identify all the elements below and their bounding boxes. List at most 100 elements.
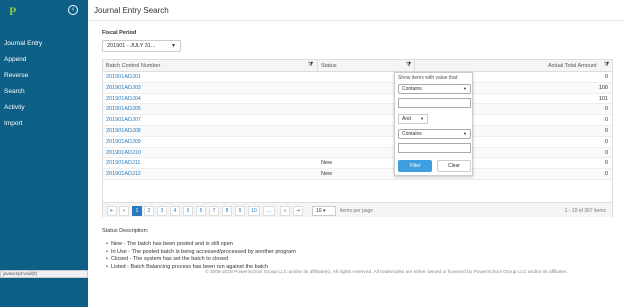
last-page-button[interactable]: ⇥ [293, 206, 303, 216]
filter-icon[interactable]: ⧩ [604, 62, 609, 68]
sidebar-item-search[interactable]: Search [0, 86, 88, 102]
column-header-batch[interactable]: Batch Control Number [106, 60, 160, 72]
caret-down-icon: ▼ [463, 86, 467, 91]
pager: ⇤ « 1 2 3 4 5 6 7 8 9 10 ... » ⇥ 10 ▾ it… [103, 202, 612, 217]
status-description-title: Status Description: [102, 228, 149, 234]
table-row: 201901ADJ12 New 0 [103, 169, 612, 180]
caret-down-icon: ▼ [420, 116, 424, 121]
sidebar-item-journal-entry[interactable]: Journal Entry [0, 38, 88, 54]
fiscal-period-select[interactable]: 201901 - JULY 31... ▼ [102, 40, 181, 52]
fiscal-period-value: 201901 - JULY 31... [107, 43, 156, 49]
page-button-4[interactable]: 4 [170, 206, 180, 216]
batch-link[interactable]: 201901ADJ09 [106, 137, 141, 147]
table-row: 201901ADJ08 0 [103, 125, 612, 137]
sidebar-item-append[interactable]: Append [0, 54, 88, 70]
caret-down-icon: ▼ [463, 131, 467, 136]
total-cell: 100 [598, 84, 608, 91]
table-row: 201901ADJ05 0 [103, 104, 612, 116]
filter-value-2-input[interactable] [398, 143, 471, 153]
batch-link[interactable]: 201901ADJ10 [106, 148, 141, 158]
page-button-9[interactable]: 9 [235, 206, 245, 216]
filter-logic-value: And [402, 116, 411, 122]
table-row: 201901ADJ03 100 [103, 82, 612, 94]
list-item: In Use - The posted batch is being acces… [106, 249, 296, 257]
grid-rows: 201901ADJ01 0 201901ADJ03 100 201901ADJ0… [103, 72, 612, 180]
total-cell: 101 [598, 95, 608, 102]
main-content: Journal Entry Search Fiscal Period 20190… [88, 0, 624, 307]
journal-entry-grid: Batch Control Number ⧩ Status ⧩ Actual T… [102, 59, 613, 217]
table-row: 201901ADJ07 0 [103, 115, 612, 126]
page-button-6[interactable]: 6 [196, 206, 206, 216]
items-per-page-select[interactable]: 10 ▾ [312, 206, 336, 216]
fiscal-period-label: Fiscal Period [102, 30, 137, 36]
total-cell: 0 [604, 106, 608, 113]
column-divider [414, 60, 415, 72]
table-row: 201901ADJ09 0 [103, 137, 612, 148]
total-cell: 0 [604, 171, 608, 178]
prev-page-button[interactable]: « [119, 206, 129, 216]
sidebar-item-activity[interactable]: Activity [0, 102, 88, 118]
next-page-button[interactable]: » [280, 206, 290, 216]
status-filter-popup: Show items with value that: Contains ▼ A… [394, 72, 473, 176]
sidebar-nav: Journal Entry Append Reverse Search Acti… [0, 38, 88, 134]
column-header-status[interactable]: Status [321, 60, 337, 72]
table-row: 201901ADJ11 New 0 [103, 158, 612, 170]
status-description-list: New - The batch has been posted and is s… [106, 241, 296, 271]
filter-logic-select[interactable]: And ▼ [398, 114, 428, 124]
page-button-3[interactable]: 3 [157, 206, 167, 216]
status-cell: New [321, 171, 333, 178]
total-cell: 0 [604, 138, 608, 145]
total-cell: 0 [604, 160, 608, 167]
footer-copyright: © 2005-2018 PowerSchool Group LLC and/or… [205, 270, 568, 275]
table-row: 201901ADJ10 0 [103, 147, 612, 159]
page-button-7[interactable]: 7 [209, 206, 219, 216]
items-per-page-value: 10 [316, 208, 322, 214]
batch-link[interactable]: 201901ADJ04 [106, 94, 141, 104]
total-cell: 0 [604, 127, 608, 134]
filter-icon[interactable]: ⧩ [406, 62, 411, 68]
sidebar-item-import[interactable]: Import [0, 118, 88, 134]
batch-link[interactable]: 201901ADJ01 [106, 72, 141, 82]
total-cell: 0 [604, 117, 608, 124]
clear-button[interactable]: Clear [437, 160, 471, 172]
filter-operator-2-value: Contains [402, 131, 422, 137]
total-cell: 0 [604, 74, 608, 80]
batch-link[interactable]: 201901ADJ08 [106, 126, 141, 136]
header-divider [88, 20, 624, 21]
chevron-left-circle-icon[interactable]: ‹ [68, 5, 78, 15]
powerschool-logo[interactable]: P [9, 5, 19, 17]
list-item: Closed - The system has set the batch to… [106, 256, 296, 264]
items-per-page-label: items per page [340, 208, 374, 214]
first-page-button[interactable]: ⇤ [107, 206, 117, 216]
grid-header: Batch Control Number ⧩ Status ⧩ Actual T… [103, 60, 612, 72]
filter-operator-1-value: Contains [402, 86, 422, 92]
table-row: 201901ADJ04 101 [103, 94, 612, 105]
filter-button[interactable]: Filter [398, 160, 432, 172]
browser-status-bar: javascript:void(0) [0, 270, 88, 278]
status-cell: New [321, 160, 333, 167]
batch-link[interactable]: 201901ADJ07 [106, 115, 141, 125]
filter-operator-2-select[interactable]: Contains ▼ [398, 129, 471, 139]
page-button-2[interactable]: 2 [144, 206, 154, 216]
page-button-8[interactable]: 8 [222, 206, 232, 216]
filter-icon[interactable]: ⧩ [308, 62, 313, 68]
page-info: 1 - 10 of 367 items [564, 208, 606, 214]
batch-link[interactable]: 201901ADJ05 [106, 104, 141, 114]
page-button-1[interactable]: 1 [132, 206, 142, 216]
filter-value-1-input[interactable] [398, 98, 471, 108]
page-button-5[interactable]: 5 [183, 206, 193, 216]
batch-link[interactable]: 201901ADJ03 [106, 83, 141, 93]
page-button-more[interactable]: ... [263, 206, 275, 216]
list-item: New - The batch has been posted and is s… [106, 241, 296, 249]
column-divider [317, 60, 318, 72]
page-title: Journal Entry Search [94, 6, 169, 15]
sidebar-item-reverse[interactable]: Reverse [0, 70, 88, 86]
filter-operator-1-select[interactable]: Contains ▼ [398, 84, 471, 94]
caret-down-icon: ▼ [171, 43, 176, 49]
column-header-total[interactable]: Actual Total Amount [548, 60, 597, 72]
total-cell: 0 [604, 149, 608, 156]
table-row: 201901ADJ01 0 [103, 72, 612, 83]
batch-link[interactable]: 201901ADJ12 [106, 169, 141, 179]
page-button-10[interactable]: 10 [248, 206, 260, 216]
batch-link[interactable]: 201901ADJ11 [106, 158, 140, 168]
